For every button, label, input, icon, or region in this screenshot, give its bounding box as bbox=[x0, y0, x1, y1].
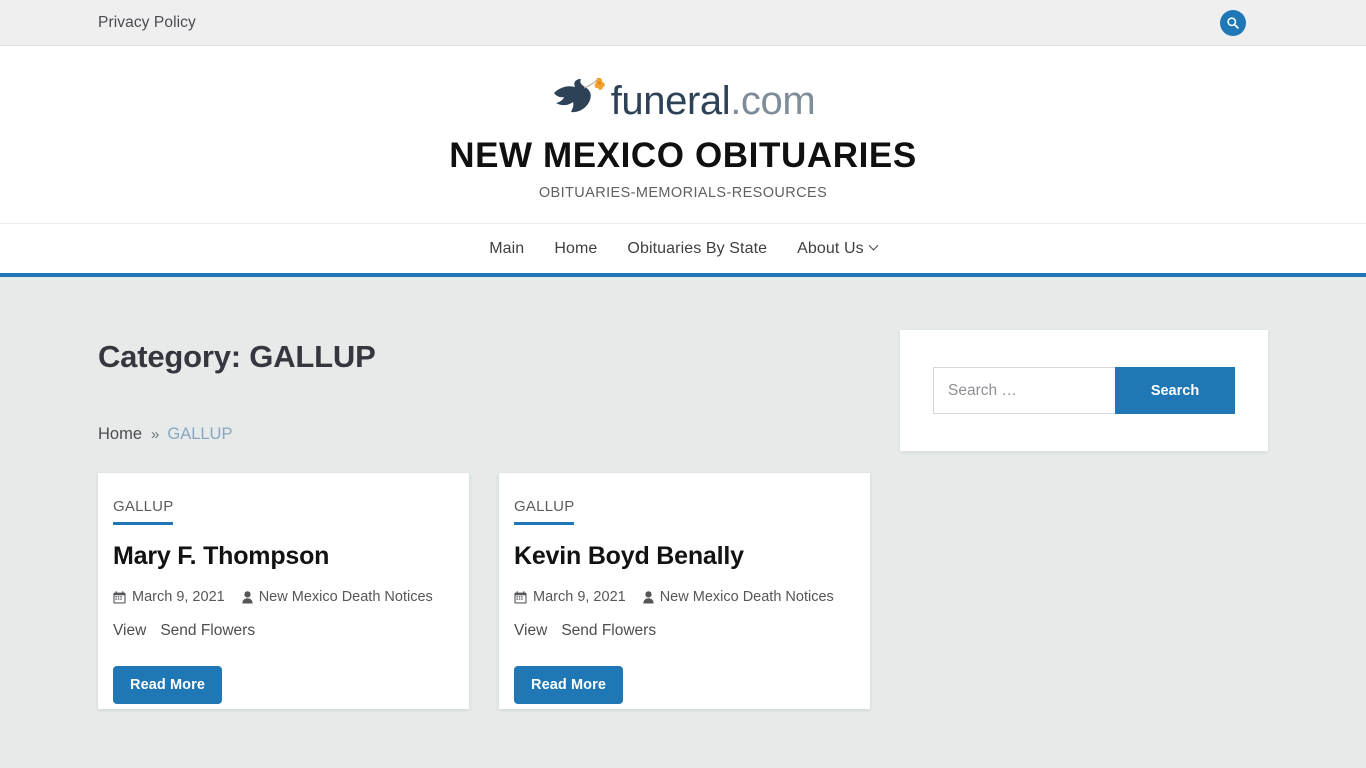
user-icon bbox=[643, 591, 654, 604]
nav-item-obituaries-by-state[interactable]: Obituaries By State bbox=[612, 240, 782, 258]
dove-with-flower-icon bbox=[553, 77, 605, 113]
search-submit-button[interactable]: Search bbox=[1115, 367, 1235, 415]
breadcrumb-current: GALLUP bbox=[167, 425, 233, 444]
search-input[interactable] bbox=[933, 367, 1115, 415]
read-more-button[interactable]: Read More bbox=[514, 666, 624, 705]
card-date: March 9, 2021 bbox=[514, 589, 626, 605]
breadcrumb-separator-icon: » bbox=[151, 426, 159, 444]
card-category-link[interactable]: GALLUP bbox=[113, 498, 174, 526]
send-flowers-link[interactable]: Send Flowers bbox=[561, 622, 656, 640]
privacy-policy-link[interactable]: Privacy Policy bbox=[98, 14, 196, 32]
site-title: NEW MEXICO OBITUARIES bbox=[449, 136, 917, 175]
send-flowers-link[interactable]: Send Flowers bbox=[160, 622, 255, 640]
site-logo[interactable]: funeral.com bbox=[551, 72, 816, 124]
card-category-link[interactable]: GALLUP bbox=[514, 498, 575, 526]
breadcrumb-home-link[interactable]: Home bbox=[98, 425, 142, 444]
post-card-list: GALLUP Mary F. Thompson March 9, 2021 Ne… bbox=[98, 473, 870, 710]
user-icon bbox=[242, 591, 253, 604]
table-row: GALLUP Kevin Boyd Benally March 9, 2021 … bbox=[499, 473, 870, 710]
breadcrumb: Home » GALLUP bbox=[98, 425, 870, 444]
card-date-text: March 9, 2021 bbox=[533, 589, 626, 606]
card-author-text: New Mexico Death Notices bbox=[659, 589, 834, 606]
view-link[interactable]: View bbox=[514, 622, 547, 640]
logo-brand-text: funeral bbox=[610, 79, 731, 123]
nav-item-main[interactable]: Main bbox=[474, 240, 539, 258]
logo-tld-text: .com bbox=[730, 79, 816, 123]
read-more-button[interactable]: Read More bbox=[113, 666, 223, 705]
view-link[interactable]: View bbox=[113, 622, 146, 640]
card-title-link[interactable]: Mary F. Thompson bbox=[113, 542, 454, 571]
chevron-down-icon bbox=[868, 240, 879, 251]
nav-item-about-us[interactable]: About Us bbox=[782, 240, 892, 258]
card-title-link[interactable]: Kevin Boyd Benally bbox=[514, 542, 855, 571]
calendar-icon bbox=[514, 591, 527, 604]
card-meta: March 9, 2021 New Mexico Death Notices bbox=[514, 589, 855, 605]
card-date-text: March 9, 2021 bbox=[132, 589, 225, 606]
site-tagline: OBITUARIES-MEMORIALS-RESOURCES bbox=[538, 185, 828, 202]
top-bar: Privacy Policy bbox=[0, 0, 1366, 46]
card-date: March 9, 2021 bbox=[113, 589, 225, 605]
masthead: funeral.com NEW MEXICO OBITUARIES OBITUA… bbox=[0, 46, 1366, 224]
search-toggle-button[interactable] bbox=[1220, 9, 1246, 36]
content-area: Category: GALLUP Home » GALLUP GALLUP Ma… bbox=[0, 277, 1366, 710]
card-meta: March 9, 2021 New Mexico Death Notices bbox=[113, 589, 454, 605]
nav-item-label: About Us bbox=[797, 239, 864, 257]
table-row: GALLUP Mary F. Thompson March 9, 2021 Ne… bbox=[98, 473, 469, 710]
card-author-text: New Mexico Death Notices bbox=[258, 589, 433, 606]
main-column: Category: GALLUP Home » GALLUP GALLUP Ma… bbox=[98, 277, 870, 710]
page-title: Category: GALLUP bbox=[98, 339, 376, 375]
sidebar: Search bbox=[900, 277, 1268, 452]
primary-navigation: Main Home Obituaries By State About Us bbox=[0, 223, 1366, 278]
card-author: New Mexico Death Notices bbox=[643, 589, 834, 605]
card-author: New Mexico Death Notices bbox=[242, 589, 433, 605]
nav-item-label: Obituaries By State bbox=[627, 239, 768, 257]
nav-item-home[interactable]: Home bbox=[539, 240, 612, 258]
card-action-links: View Send Flowers bbox=[113, 622, 454, 640]
nav-item-label: Main bbox=[489, 239, 525, 257]
logo-wordmark: funeral.com bbox=[611, 81, 816, 121]
calendar-icon bbox=[113, 591, 126, 604]
search-form: Search bbox=[933, 367, 1235, 415]
card-action-links: View Send Flowers bbox=[514, 622, 855, 640]
search-widget: Search bbox=[900, 330, 1268, 452]
nav-item-label: Home bbox=[554, 239, 598, 257]
nav-list: Main Home Obituaries By State About Us bbox=[474, 240, 892, 258]
search-icon bbox=[1227, 16, 1239, 29]
